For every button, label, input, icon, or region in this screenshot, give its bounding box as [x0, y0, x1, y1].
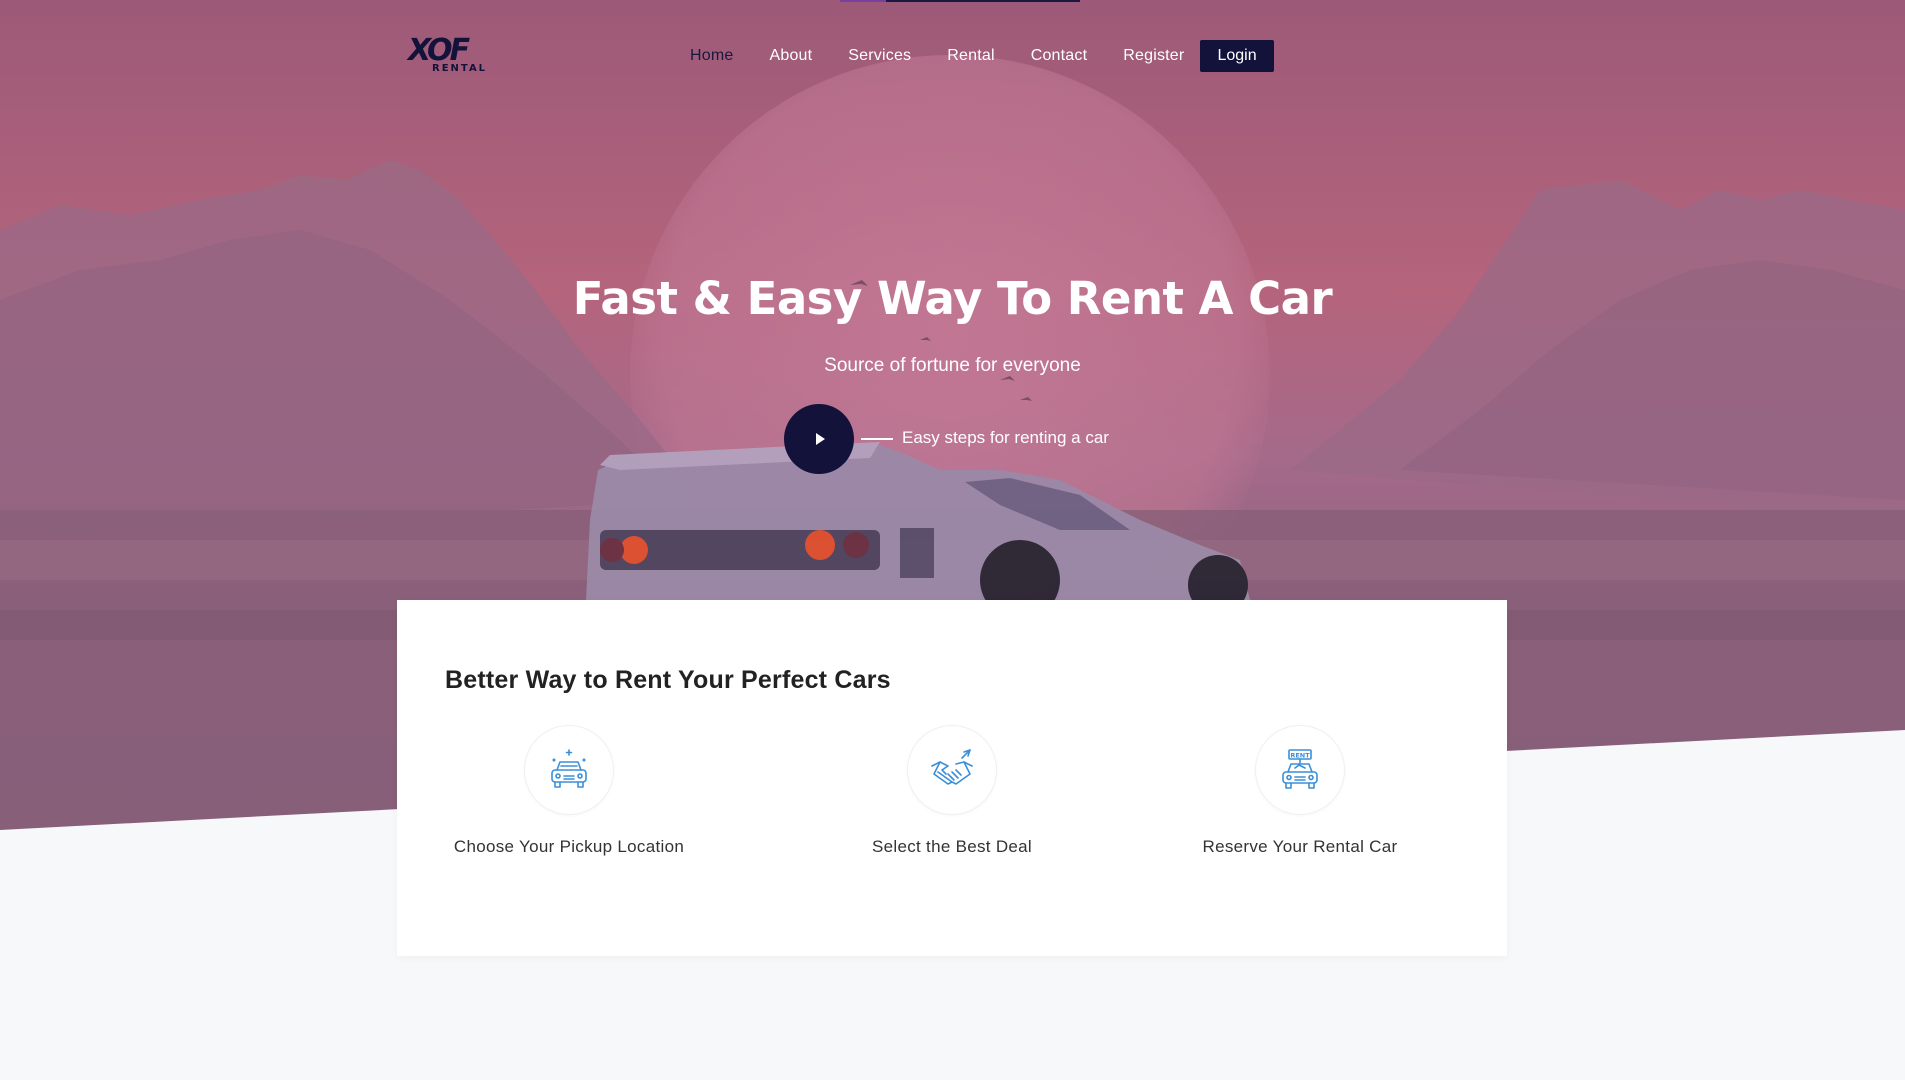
feature-label: Select the Best Deal	[871, 837, 1033, 856]
play-video-button[interactable]	[784, 404, 854, 474]
handshake-icon	[931, 749, 973, 785]
logo-subtitle: RENTAL	[432, 63, 488, 74]
feature-best-deal: Select the Best Deal	[792, 725, 1112, 857]
main-navigation: Home About Services Rental Contact Regis…	[690, 40, 1274, 72]
top-progress-line	[840, 0, 1080, 2]
feature-pickup-location: Choose Your Pickup Location	[409, 725, 729, 857]
feature-label: Reserve Your Rental Car	[1202, 837, 1398, 856]
car-location-icon	[551, 749, 587, 788]
nav-item-contact[interactable]: Contact	[1031, 47, 1088, 65]
hero-title: Fast & Easy Way To Rent A Car	[572, 272, 1333, 325]
login-button[interactable]: Login	[1200, 40, 1274, 72]
feature-label: Choose Your Pickup Location	[453, 837, 685, 856]
feature-reserve-car: RENT Reserve Your Rental Car	[1140, 725, 1460, 857]
play-icon	[816, 433, 825, 445]
steps-divider-line	[861, 438, 893, 440]
nav-item-about[interactable]: About	[769, 47, 812, 65]
nav-item-home[interactable]: Home	[690, 47, 733, 65]
nav-item-rental[interactable]: Rental	[947, 47, 994, 65]
feature-icon-circle	[907, 725, 997, 815]
hero-subtitle: Source of fortune for everyone	[824, 355, 1081, 376]
nav-item-register[interactable]: Register	[1123, 47, 1184, 65]
features-card: Better Way to Rent Your Perfect Cars Cho…	[397, 600, 1507, 956]
easy-steps-link[interactable]: Easy steps for renting a car	[902, 428, 1109, 448]
nav-item-services[interactable]: Services	[848, 47, 911, 65]
feature-icon-circle: RENT	[1255, 725, 1345, 815]
brand-logo[interactable]: XOF RENTAL	[408, 36, 490, 76]
logo-mark: XOF	[408, 33, 470, 68]
feature-icon-circle	[524, 725, 614, 815]
rent-car-icon: RENT	[1282, 749, 1318, 789]
features-title: Better Way to Rent Your Perfect Cars	[445, 666, 891, 694]
